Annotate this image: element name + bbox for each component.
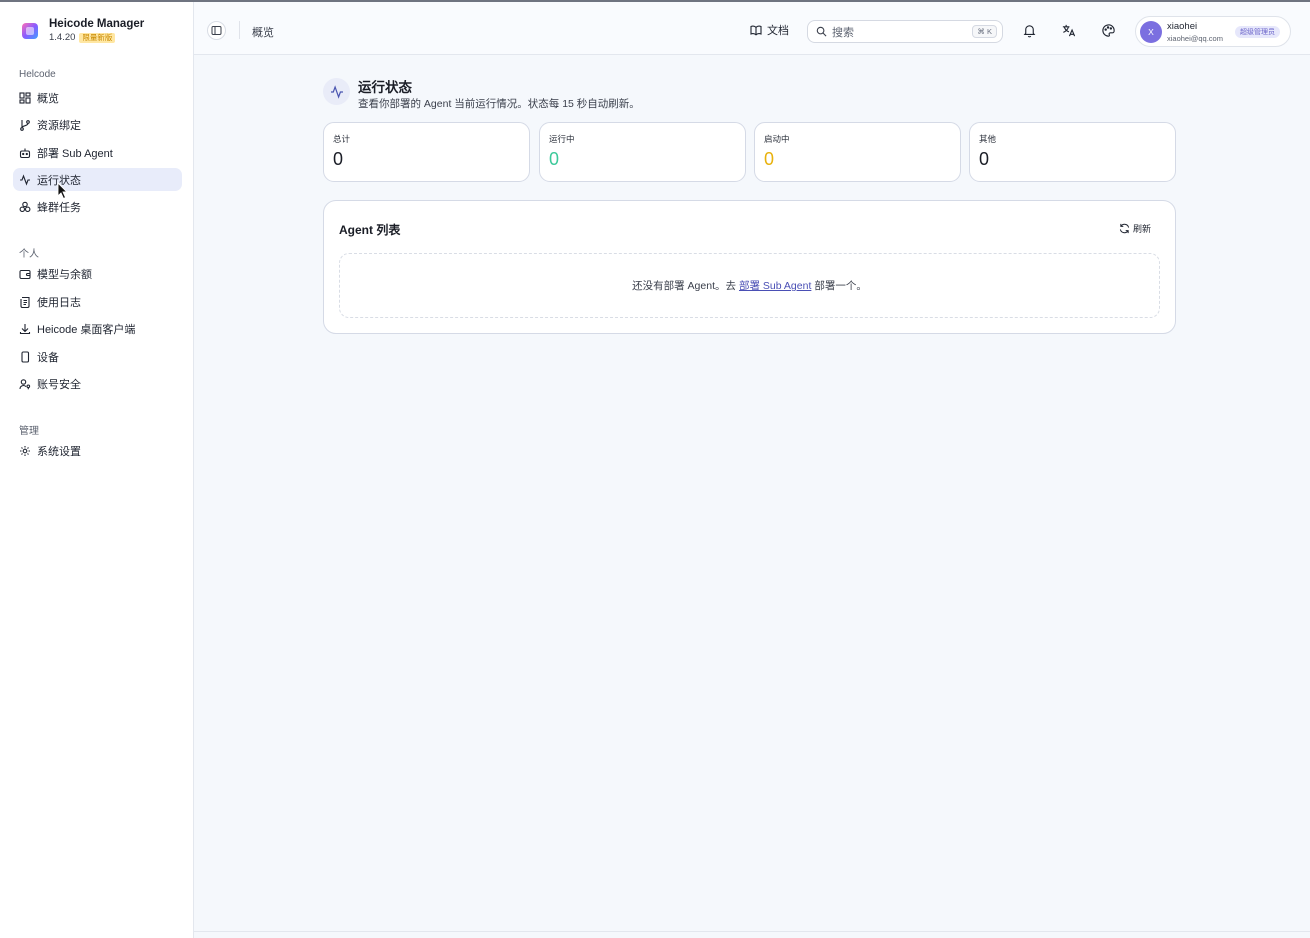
sidebar-item-label: 部署 Sub Agent bbox=[37, 147, 113, 160]
stat-value: 0 bbox=[549, 149, 560, 169]
smartphone-icon bbox=[19, 350, 31, 363]
main-area: 概览 文档 搜索 ⌘ K X xiaohei xiaohei@qq.com 超级… bbox=[194, 2, 1310, 938]
sidebar-item-account-security[interactable]: 账号安全 bbox=[13, 372, 182, 395]
refresh-label: 刷新 bbox=[1133, 224, 1152, 234]
sidebar-section-admin: 管理 bbox=[19, 426, 39, 437]
user-name: xiaohei bbox=[1167, 21, 1198, 32]
empty-text-suffix: 部署一个。 bbox=[814, 280, 867, 292]
language-button[interactable] bbox=[1060, 22, 1077, 39]
sidebar-item-label: Heicode 桌面客户端 bbox=[37, 323, 136, 336]
brand-logo-icon bbox=[22, 23, 38, 39]
page-header-icon bbox=[323, 78, 350, 105]
download-icon bbox=[19, 323, 31, 335]
boxes-icon bbox=[19, 201, 31, 213]
brand-badge: 限量新版 bbox=[79, 32, 116, 43]
deploy-sub-agent-link[interactable]: 部署 Sub Agent bbox=[739, 278, 811, 293]
sidebar-item-deploy-sub-agent[interactable]: 部署 Sub Agent bbox=[13, 141, 182, 164]
user-role-badge: 超级管理员 bbox=[1235, 26, 1280, 38]
sidebar-item-label: 设备 bbox=[37, 351, 59, 364]
sidebar-item-label: 账号安全 bbox=[37, 378, 81, 391]
dashboard-icon bbox=[19, 91, 31, 104]
scroll-icon bbox=[19, 296, 31, 308]
sidebar-item-label: 资源绑定 bbox=[37, 119, 81, 132]
docs-label: 文档 bbox=[767, 25, 789, 37]
user-menu[interactable]: X xiaohei xiaohei@qq.com 超级管理员 bbox=[1135, 16, 1291, 47]
refresh-button[interactable]: 刷新 bbox=[1119, 222, 1151, 235]
stat-label: 其他 bbox=[979, 134, 997, 144]
git-branch-icon bbox=[19, 119, 31, 131]
search-input[interactable]: 搜索 ⌘ K bbox=[807, 20, 1003, 43]
bell-icon bbox=[1023, 25, 1036, 38]
sidebar-item-models-balance[interactable]: 模型与余额 bbox=[13, 262, 182, 285]
app-root: Heicode Manager 1.4.20 限量新版 Helcode 概览 资… bbox=[0, 2, 1310, 938]
top-bar: 概览 文档 搜索 ⌘ K X xiaohei xiaohei@qq.com 超级… bbox=[194, 2, 1310, 55]
topbar-divider bbox=[239, 21, 240, 39]
avatar: X bbox=[1140, 21, 1162, 43]
stat-label: 运行中 bbox=[549, 134, 575, 144]
sidebar-item-label: 概览 bbox=[37, 92, 59, 105]
sidebar-toggle-button[interactable] bbox=[207, 21, 226, 40]
sidebar-item-run-status[interactable]: 运行状态 bbox=[13, 168, 182, 191]
sidebar-item-swarm-tasks[interactable]: 蜂群任务 bbox=[13, 195, 182, 218]
theme-button[interactable] bbox=[1100, 22, 1117, 39]
sidebar-section-helcode: Helcode bbox=[19, 69, 56, 80]
refresh-icon bbox=[1119, 223, 1130, 234]
search-icon bbox=[816, 26, 827, 37]
stat-label: 总计 bbox=[333, 134, 351, 144]
languages-icon bbox=[1062, 24, 1076, 37]
stat-value: 0 bbox=[764, 149, 775, 169]
brand-version: 1.4.20 bbox=[49, 32, 76, 43]
sidebar: Heicode Manager 1.4.20 限量新版 Helcode 概览 资… bbox=[0, 2, 194, 938]
empty-text-prefix: 还没有部署 Agent。去 bbox=[632, 280, 736, 292]
stat-value: 0 bbox=[979, 149, 990, 169]
agent-list-card: Agent 列表 刷新 还没有部署 Agent。去 部署 Sub Agent 部… bbox=[323, 200, 1176, 334]
sidebar-item-label: 模型与余额 bbox=[37, 268, 92, 281]
brand-name: Heicode Manager bbox=[49, 18, 145, 30]
page-subtitle: 查看你部署的 Agent 当前运行情况。状态每 15 秒自动刷新。 bbox=[358, 98, 640, 110]
sidebar-item-desktop-client[interactable]: Heicode 桌面客户端 bbox=[13, 317, 182, 340]
sidebar-section-personal: 个人 bbox=[19, 249, 39, 260]
page-title: 运行状态 bbox=[358, 80, 412, 95]
sidebar-item-label: 使用日志 bbox=[37, 296, 81, 309]
sidebar-item-label: 系统设置 bbox=[37, 445, 81, 458]
activity-icon bbox=[19, 173, 31, 186]
search-shortcut-badge: ⌘ K bbox=[972, 25, 997, 38]
stat-value: 0 bbox=[333, 149, 344, 169]
docs-link[interactable]: 文档 bbox=[750, 22, 789, 38]
bottom-border bbox=[194, 931, 1310, 932]
user-email: xiaohei@qq.com bbox=[1167, 34, 1223, 43]
agent-list-title: Agent 列表 bbox=[339, 223, 401, 237]
sidebar-item-overview[interactable]: 概览 bbox=[13, 86, 182, 109]
notifications-button[interactable] bbox=[1021, 22, 1038, 39]
palette-icon bbox=[1102, 24, 1115, 37]
search-placeholder: 搜索 bbox=[832, 26, 854, 39]
stat-card-starting: 启动中 0 bbox=[754, 122, 961, 182]
agent-list-empty-state: 还没有部署 Agent。去 部署 Sub Agent 部署一个。 bbox=[339, 253, 1160, 318]
wallet-icon bbox=[19, 268, 31, 280]
breadcrumb[interactable]: 概览 bbox=[252, 24, 274, 40]
sidebar-item-usage-log[interactable]: 使用日志 bbox=[13, 290, 182, 313]
mouse-cursor-icon bbox=[57, 182, 69, 200]
stat-label: 启动中 bbox=[764, 134, 790, 144]
book-open-icon bbox=[750, 25, 762, 36]
activity-icon bbox=[330, 84, 343, 99]
stat-card-other: 其他 0 bbox=[969, 122, 1176, 182]
stat-card-total: 总计 0 bbox=[323, 122, 530, 182]
settings-icon bbox=[19, 445, 31, 457]
brand[interactable]: Heicode Manager 1.4.20 限量新版 bbox=[22, 17, 144, 43]
panel-left-icon bbox=[211, 26, 222, 35]
brand-version-row: 1.4.20 限量新版 bbox=[49, 32, 144, 43]
sidebar-item-devices[interactable]: 设备 bbox=[13, 345, 182, 368]
bot-icon bbox=[19, 147, 31, 159]
sidebar-item-resource-binding[interactable]: 资源绑定 bbox=[13, 113, 182, 136]
sidebar-item-system-settings[interactable]: 系统设置 bbox=[13, 439, 182, 462]
user-key-icon bbox=[19, 378, 31, 390]
stat-card-running: 运行中 0 bbox=[539, 122, 746, 182]
sidebar-item-label: 蜂群任务 bbox=[37, 201, 81, 214]
